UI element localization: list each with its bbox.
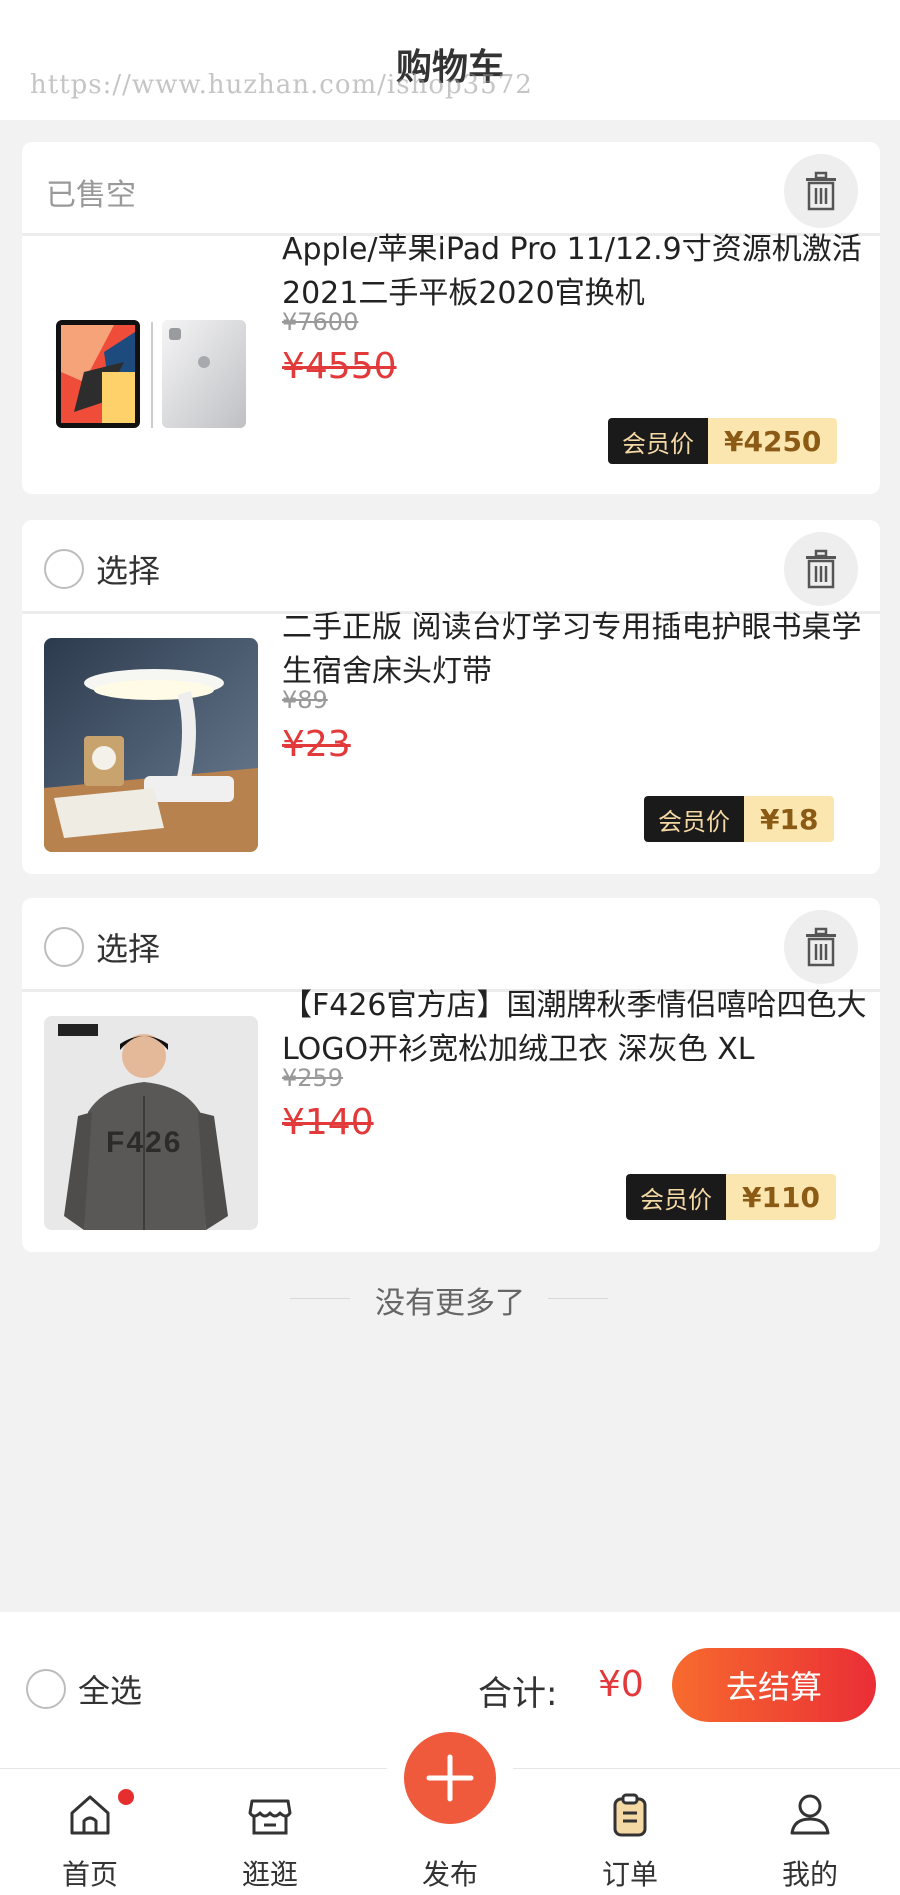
sold-out-status: 已售空 xyxy=(46,178,136,213)
member-price-value: ¥4250 xyxy=(708,418,838,464)
cart-item-header: 已售空 xyxy=(22,142,880,236)
header: 购物车 https://www.huzhan.com/ishop3572 xyxy=(0,0,900,120)
cart-item-header: 选择 xyxy=(22,898,880,992)
divider xyxy=(548,1298,608,1299)
ipad-pro-image xyxy=(56,320,246,428)
clipboard-icon xyxy=(613,1793,647,1837)
delete-button[interactable] xyxy=(784,532,858,606)
desk-lamp-image xyxy=(44,638,258,852)
plus-icon xyxy=(426,1754,474,1802)
cart-item-card: 选择 F426 【F426官方店】国潮牌秋季情侣嘻哈四色大LOGO开衫宽松加绒卫… xyxy=(22,898,880,1252)
cart-item-header: 选择 xyxy=(22,520,880,614)
checkout-button[interactable]: 去结算 xyxy=(672,1648,876,1722)
select-radio[interactable] xyxy=(44,927,84,967)
member-price-tag: 会员价 ¥18 xyxy=(644,796,835,842)
no-more-text: 没有更多了 xyxy=(375,1286,525,1321)
select-all-label: 全选 xyxy=(78,1672,143,1710)
home-icon xyxy=(70,1795,110,1835)
select-item[interactable]: 选择 xyxy=(44,924,160,970)
member-price-tag: 会员价 ¥110 xyxy=(626,1174,836,1220)
total-value: ¥0 xyxy=(598,1664,644,1705)
trash-icon xyxy=(806,927,836,967)
original-price: ¥7600 xyxy=(282,308,359,336)
member-price-tag: 会员价 ¥4250 xyxy=(608,418,838,464)
member-price-label: 会员价 xyxy=(644,796,744,842)
trash-icon xyxy=(806,549,836,589)
cart-item-card: 已售空 Apple/苹果iPad Pro 11/12.9寸资源机激活2021二手… xyxy=(22,142,880,494)
sale-price: ¥23 xyxy=(282,724,351,765)
product-thumbnail[interactable] xyxy=(44,638,258,852)
cart-item-card: 选择 二手正版 阅读台灯学习专用插电护眼书桌学生宿舍床头灯带 ¥89 ¥23 会… xyxy=(22,520,880,874)
select-label: 选择 xyxy=(96,930,161,968)
select-all[interactable]: 全选 xyxy=(26,1666,142,1712)
sale-price: ¥140 xyxy=(282,1102,374,1143)
shop-icon xyxy=(248,1799,292,1835)
product-thumbnail[interactable]: F426 xyxy=(44,1016,258,1230)
tab-label: 首页 xyxy=(61,1858,118,1891)
total-label: 合计: xyxy=(478,1674,558,1714)
hoodie-print-text: F426 xyxy=(106,1126,183,1159)
delete-button[interactable] xyxy=(784,154,858,228)
original-price: ¥89 xyxy=(282,686,328,714)
select-all-radio[interactable] xyxy=(26,1669,66,1709)
select-radio[interactable] xyxy=(44,549,84,589)
member-price-value: ¥18 xyxy=(744,796,835,842)
publish-button[interactable] xyxy=(404,1732,496,1824)
select-label: 选择 xyxy=(96,552,161,590)
watermark: https://www.huzhan.com/ishop3572 xyxy=(30,70,533,100)
select-item[interactable]: 选择 xyxy=(44,546,160,592)
product-title[interactable]: 二手正版 阅读台灯学习专用插电护眼书桌学生宿舍床头灯带 xyxy=(282,606,872,694)
member-price-label: 会员价 xyxy=(626,1174,726,1220)
member-price-label: 会员价 xyxy=(608,418,708,464)
sale-price: ¥4550 xyxy=(282,346,397,387)
tab-label: 发布 xyxy=(421,1858,478,1891)
delete-button[interactable] xyxy=(784,910,858,984)
original-price: ¥259 xyxy=(282,1064,344,1092)
notification-dot xyxy=(118,1789,134,1805)
product-title[interactable]: 【F426官方店】国潮牌秋季情侣嘻哈四色大LOGO开衫宽松加绒卫衣 深灰色 XL xyxy=(282,984,872,1072)
product-title[interactable]: Apple/苹果iPad Pro 11/12.9寸资源机激活2021二手平板20… xyxy=(282,228,872,316)
tab-home[interactable]: 首页 xyxy=(0,1769,180,1895)
tab-label: 逛逛 xyxy=(241,1858,298,1891)
member-price-value: ¥110 xyxy=(726,1174,836,1220)
tab-orders[interactable]: 订单 xyxy=(540,1769,720,1895)
tab-profile[interactable]: 我的 xyxy=(720,1769,900,1895)
trash-icon xyxy=(806,171,836,211)
hoodie-image xyxy=(44,1016,258,1230)
product-thumbnail[interactable] xyxy=(44,262,258,476)
user-icon xyxy=(790,1794,830,1835)
tab-label: 我的 xyxy=(781,1858,838,1891)
tab-label: 订单 xyxy=(601,1858,658,1891)
tab-browse[interactable]: 逛逛 xyxy=(180,1769,360,1895)
